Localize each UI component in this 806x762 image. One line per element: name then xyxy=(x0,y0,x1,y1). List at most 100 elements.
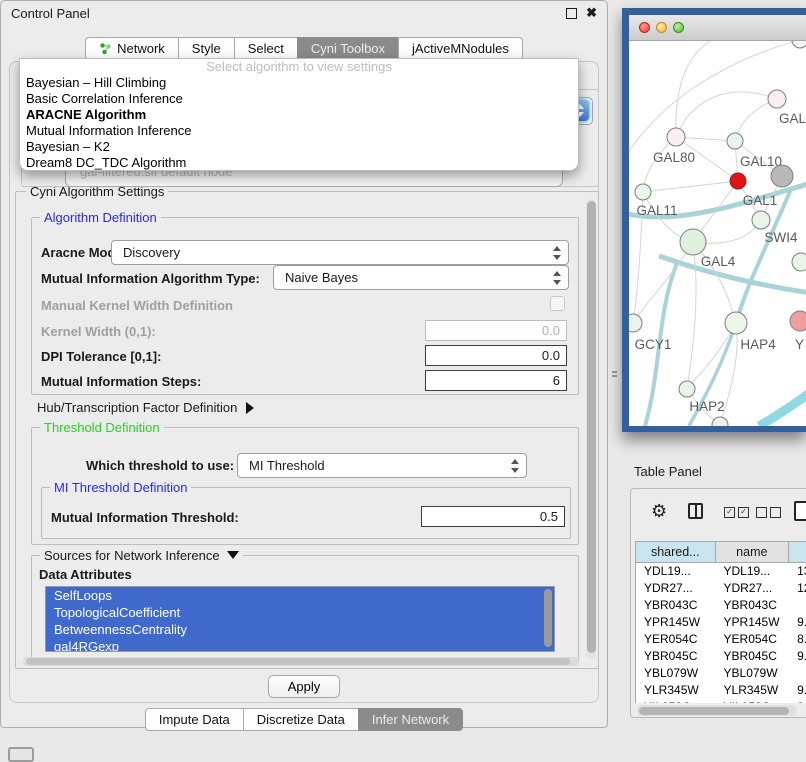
node-label: HAP4 xyxy=(740,337,776,352)
column-header-name[interactable]: name xyxy=(716,542,790,562)
data-attributes-label: Data Attributes xyxy=(39,567,132,582)
select-all-columns-icon[interactable]: ✓✓ xyxy=(724,507,749,518)
dpi-tolerance-input[interactable]: 0.0 xyxy=(425,345,567,366)
mi-type-combobox[interactable]: Naive Bayes xyxy=(273,265,569,290)
column-header-extra[interactable] xyxy=(789,542,806,562)
minimize-window-icon[interactable] xyxy=(656,22,667,33)
settings-vertical-scrollbar[interactable] xyxy=(586,199,596,659)
network-node-hap2[interactable] xyxy=(679,381,695,397)
table-cell: YBR045C xyxy=(636,648,716,665)
float-panel-icon[interactable] xyxy=(566,8,577,19)
tab-style[interactable]: Style xyxy=(178,37,235,60)
table-row[interactable]: YBR045CYBR045C9. xyxy=(636,648,806,665)
table-cell: YDR27... xyxy=(636,580,716,597)
kernel-width-input[interactable]: 0.0 xyxy=(425,320,567,341)
table-cell: YLR345W xyxy=(716,682,790,699)
data-attribute-item[interactable]: BetweennessCentrality xyxy=(46,621,554,638)
mi-threshold-input[interactable]: 0.5 xyxy=(421,506,565,527)
panel-splitter[interactable] xyxy=(612,371,617,380)
algorithm-option[interactable]: ARACNE Algorithm xyxy=(20,107,578,123)
screen: Control Panel ✖ Network Style Select Cyn… xyxy=(0,0,806,762)
hub-definition-toggle[interactable]: Hub/Transcription Factor Definition xyxy=(37,400,254,415)
settings-vertical-scrollbar-thumb[interactable] xyxy=(587,201,596,653)
sources-legend[interactable]: Sources for Network Inference xyxy=(40,548,243,563)
tab-network-label: Network xyxy=(117,41,165,56)
tab-infer-network[interactable]: Infer Network xyxy=(358,708,463,731)
network-node-hap4[interactable] xyxy=(725,312,747,334)
control-panel-window: Control Panel ✖ Network Style Select Cyn… xyxy=(0,0,608,728)
tab-cyni-toolbox[interactable]: Cyni Toolbox xyxy=(297,37,399,60)
zoom-window-icon[interactable] xyxy=(673,22,684,33)
table-row[interactable]: YDR27...YDR27...12 xyxy=(636,580,806,597)
expand-right-icon xyxy=(246,402,254,414)
table-header: shared... name xyxy=(635,541,806,563)
settings-horizontal-scrollbar[interactable] xyxy=(23,657,579,666)
close-panel-icon[interactable]: ✖ xyxy=(586,8,597,18)
table-horizontal-scrollbar-thumb[interactable] xyxy=(639,707,789,715)
network-node-y[interactable] xyxy=(790,311,806,331)
data-attribute-item[interactable]: TopologicalCoefficient xyxy=(46,604,554,621)
network-node[interactable] xyxy=(792,253,806,271)
table-cell: YDL19... xyxy=(716,563,790,580)
gear-icon[interactable]: ⚙ xyxy=(651,501,667,522)
which-threshold-combobox[interactable]: MI Threshold xyxy=(237,453,527,478)
tab-infer-network-label: Infer Network xyxy=(372,712,449,727)
close-window-icon[interactable] xyxy=(639,22,650,33)
tab-select[interactable]: Select xyxy=(234,37,298,60)
tab-network[interactable]: Network xyxy=(85,37,179,60)
data-attribute-item[interactable]: SelfLoops xyxy=(46,587,554,604)
network-node-gcy1[interactable] xyxy=(629,314,642,332)
tab-impute-data[interactable]: Impute Data xyxy=(145,708,244,731)
network-node-gal10[interactable] xyxy=(727,133,743,149)
tab-discretize-data[interactable]: Discretize Data xyxy=(243,708,359,731)
tab-jactivemnodules[interactable]: jActiveMNodules xyxy=(398,37,523,60)
table-row[interactable]: YIL052CYIL052C9. xyxy=(636,699,806,703)
algorithm-option[interactable]: Dream8 DC_TDC Algorithm xyxy=(20,155,578,171)
network-node-gal1[interactable] xyxy=(730,173,746,189)
table-horizontal-scrollbar[interactable] xyxy=(637,705,797,716)
minimized-panel-icon[interactable] xyxy=(8,747,34,762)
network-node-gal11[interactable] xyxy=(635,184,651,200)
table-cell: YLR345W xyxy=(636,682,716,699)
settings-horizontal-scrollbar-thumb[interactable] xyxy=(26,658,570,665)
table-row[interactable]: YBL079WYBL079W xyxy=(636,665,806,682)
new-table-icon[interactable] xyxy=(794,501,806,521)
unselect-all-columns-icon[interactable] xyxy=(756,507,781,518)
table-row[interactable]: YPR145WYPR145W9. xyxy=(636,614,806,631)
mi-threshold-label: Mutual Information Threshold: xyxy=(51,510,239,525)
aracne-mode-value: Discovery xyxy=(123,245,180,260)
data-attribute-item[interactable]: gal4RGexp xyxy=(46,638,554,652)
network-node-gal4[interactable] xyxy=(680,229,706,255)
algorithm-option[interactable]: Bayesian – Hill Climbing xyxy=(20,75,578,91)
tab-impute-data-label: Impute Data xyxy=(159,712,230,727)
network-node-swi4[interactable] xyxy=(752,211,770,229)
attributes-scrollbar-thumb[interactable] xyxy=(544,589,552,647)
network-node[interactable] xyxy=(712,417,728,426)
tab-style-label: Style xyxy=(192,41,221,56)
mi-type-label: Mutual Information Algorithm Type: xyxy=(41,271,260,286)
table-row[interactable]: YER054CYER054C8. xyxy=(636,631,806,648)
algorithm-option[interactable]: Basic Correlation Inference xyxy=(20,91,578,107)
network-node-gal80[interactable] xyxy=(667,128,685,146)
kernel-width-label: Kernel Width (0,1): xyxy=(41,324,156,339)
table-cell: 9. xyxy=(789,648,806,665)
columns-icon[interactable] xyxy=(688,503,703,519)
mi-threshold-legend: MI Threshold Definition xyxy=(50,480,191,495)
table-row[interactable]: YDL19...YDL19...13 xyxy=(636,563,806,580)
table-row[interactable]: YLR345WYLR345W9. xyxy=(636,682,806,699)
mi-steps-input[interactable]: 6 xyxy=(425,370,567,391)
which-threshold-value: MI Threshold xyxy=(249,458,325,473)
attribute-table: shared... name YDL19...YDL19...13YDR27..… xyxy=(635,541,806,703)
table-row[interactable]: YBR043CYBR043C xyxy=(636,597,806,614)
apply-button[interactable]: Apply xyxy=(268,675,340,698)
manual-kernel-checkbox[interactable] xyxy=(550,296,565,311)
network-node[interactable] xyxy=(792,41,806,48)
table-cell: YIL052C xyxy=(716,699,790,703)
aracne-mode-combobox[interactable]: Discovery xyxy=(111,240,569,265)
algorithm-option[interactable]: Mutual Information Inference xyxy=(20,123,578,139)
network-canvas[interactable]: GALGAL80GAL10GAL1GAL11SWI4GAL4GCY1HAP4YH… xyxy=(629,41,806,426)
column-header-shared-name[interactable]: shared... xyxy=(636,542,716,562)
network-node[interactable] xyxy=(771,165,793,187)
network-node-gal[interactable] xyxy=(768,90,786,108)
algorithm-option[interactable]: Bayesian – K2 xyxy=(20,139,578,155)
